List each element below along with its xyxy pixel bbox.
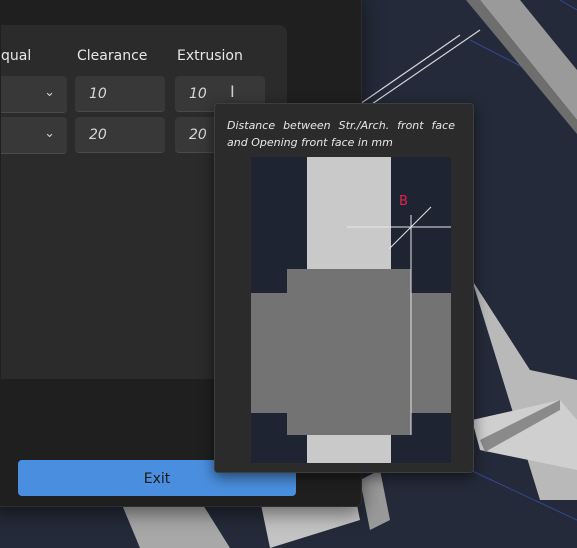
column-header-partial: qual: [1, 48, 32, 64]
tooltip-description: Distance between Str./Arch. front face a…: [227, 119, 455, 149]
chevron-down-icon: ⌄: [44, 85, 55, 100]
extrusion-tooltip: Distance between Str./Arch. front face a…: [214, 103, 474, 473]
dimension-marker-b: B: [399, 194, 408, 209]
opening-illustration: B: [251, 157, 451, 463]
type-dropdown-row-2[interactable]: ⌄: [1, 117, 67, 154]
clearance-input-row-2[interactable]: 20: [75, 117, 165, 153]
column-header-clearance: Clearance: [77, 48, 148, 64]
opening-shape: [251, 269, 451, 435]
text-cursor-icon: I: [230, 82, 235, 101]
column-header-extrusion: Extrusion: [177, 48, 243, 64]
type-dropdown-row-1[interactable]: ⌄: [1, 76, 67, 113]
clearance-input-row-1[interactable]: 10: [75, 76, 165, 112]
chevron-down-icon: ⌄: [44, 126, 55, 141]
